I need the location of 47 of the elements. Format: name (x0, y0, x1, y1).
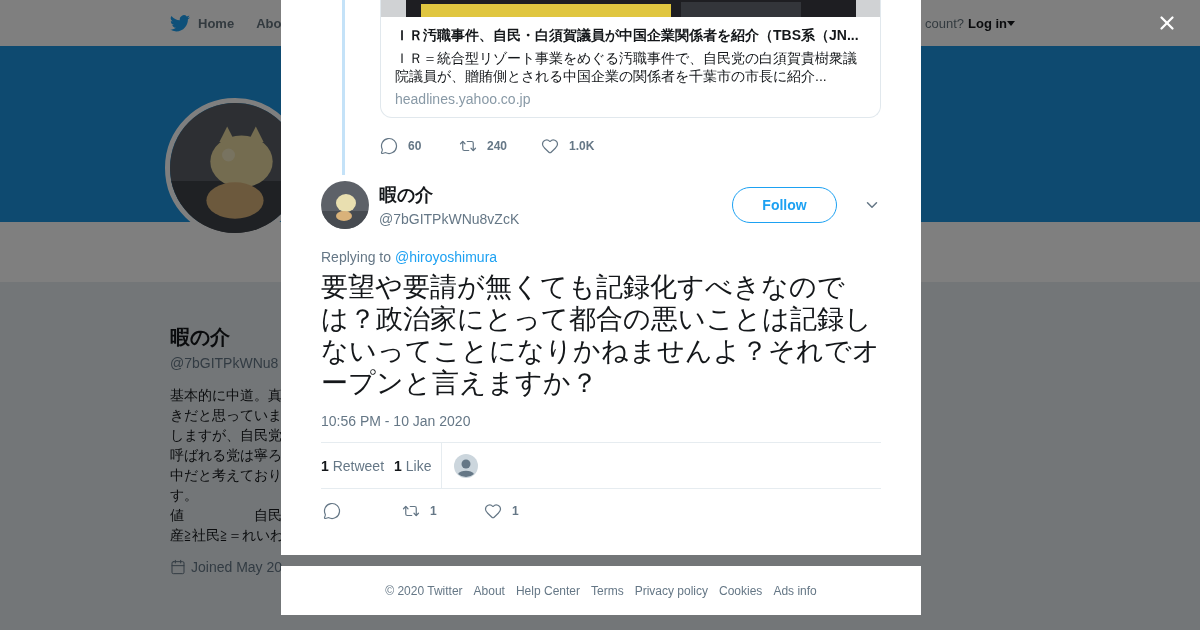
user-icon[interactable] (454, 453, 479, 478)
action-button[interactable]: 1.0K (541, 137, 621, 155)
bio-line: 呼ばれる党は寧ろ (170, 446, 282, 465)
bio-line: す。 (170, 486, 198, 505)
reply-icon (380, 137, 398, 155)
joined-date: Joined May 20 (191, 559, 283, 575)
action-button[interactable]: 60 (380, 137, 459, 155)
stat-count[interactable]: 1 Retweet (321, 457, 385, 474)
link-card[interactable]: ＩＲ汚職事件、自民・白須賀議員が中国企業関係者を紹介（TBS系（JN... ＩＲ＝統合型リゾート事業をめぐる汚職事件で、自民党の白須賀貴樹衆議院議員が、贈賄側とされる中国企業の関係者を千葉市の市長に紹介... headlines.yahoo.co.jp (380, 0, 881, 118)
author-handle: @7bGITPkWNu8vZcK (379, 211, 521, 227)
bird-icon (170, 14, 190, 32)
footer-link[interactable]: Ads info (773, 583, 817, 598)
card-domain: headlines.yahoo.co.jp (395, 91, 532, 107)
card-description: ＩＲ＝統合型リゾート事業をめぐる汚職事件で、自民党の白須賀貴樹衆議院議員が、贈賄側とされる中国企業の関係者を千葉市の市長に紹介... (395, 49, 858, 85)
profile-handle: @7bGITPkWNu8 (170, 355, 279, 371)
mention-link[interactable]: @hiroyoshimura (394, 249, 498, 265)
footer-link[interactable]: Terms (591, 583, 624, 598)
tweet-text: 要望や要請が無くても記録化すべきなのでは？政治家にとって都合の悪いことは記録しないってことになりかねませんよ？それでオープンと言えますか？ (321, 271, 881, 399)
nav-link[interactable]: Abo (256, 15, 282, 31)
footer-link[interactable]: Privacy policy (634, 583, 708, 598)
bio-line: しますが、自民党 (170, 426, 282, 445)
action-button[interactable]: 240 (459, 137, 541, 155)
bio-line: 基本的に中道。真 (170, 386, 282, 405)
footer-link[interactable]: Help Center (515, 583, 580, 598)
heart-icon (484, 502, 502, 520)
follow-button[interactable]: Follow (732, 187, 837, 223)
caret-icon (1007, 20, 1015, 26)
calendar-icon (170, 559, 186, 575)
profile-name: 暇の介 (170, 325, 230, 350)
login-link[interactable]: Log in (968, 15, 1015, 31)
action-button[interactable]: 1 (484, 502, 564, 520)
account-prompt: count? (924, 15, 964, 31)
footer-link[interactable]: Cookies (719, 583, 763, 598)
action-button[interactable]: 1 (402, 502, 484, 520)
bio-line: きだと思っていま (170, 406, 282, 425)
bio-line: 値 自民 (170, 506, 282, 525)
reply-icon (323, 502, 341, 520)
nav-link[interactable]: Home (198, 15, 235, 31)
heart-icon (541, 137, 559, 155)
replying-to: Replying to @hiroyoshimura (321, 249, 499, 265)
footer-link[interactable]: About (473, 583, 505, 598)
author-name: 暇の介 (379, 184, 434, 207)
tweet-time: 10:56 PM - 10 Jan 2020 (321, 413, 472, 429)
bio-line: 中だと考えており (170, 466, 282, 485)
card-title: ＩＲ汚職事件、自民・白須賀議員が中国企業関係者を紹介（TBS系（JN... (395, 27, 860, 45)
footer-link[interactable]: © 2020 Twitter (385, 583, 463, 598)
stat-count[interactable]: 1 Like (394, 457, 432, 474)
